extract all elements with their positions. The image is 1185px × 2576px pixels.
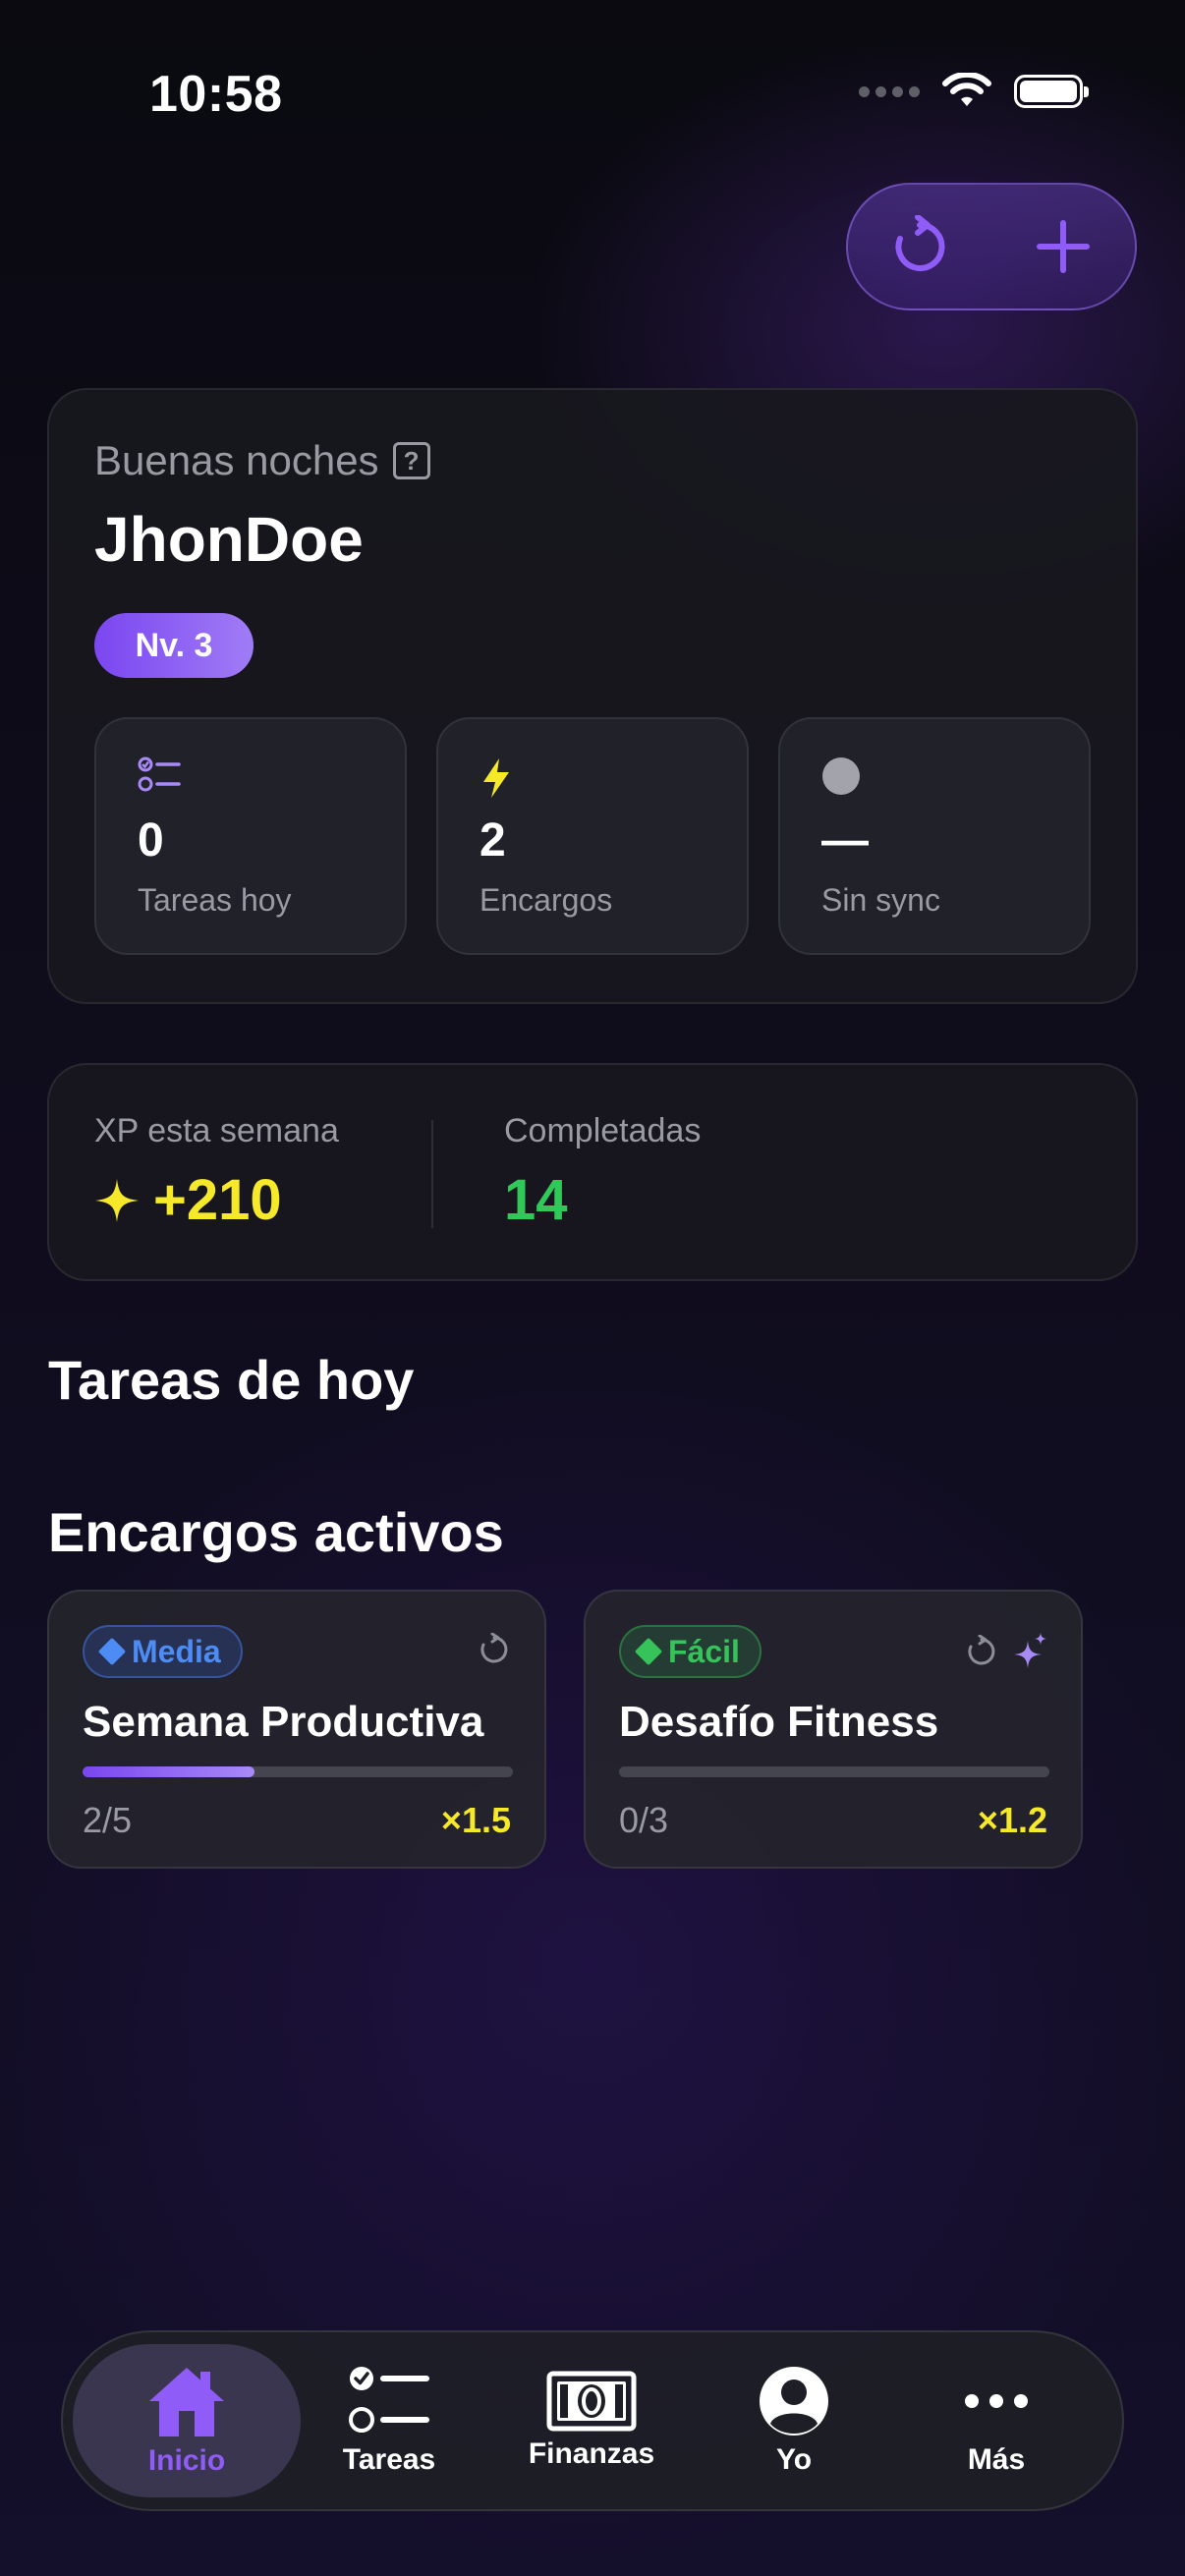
difficulty-badge: Media (83, 1625, 243, 1678)
nav-item-mas[interactable]: Más (898, 2344, 1095, 2497)
order-progress-text: 0/3 (619, 1800, 669, 1840)
checklist-icon (138, 756, 181, 792)
nav-item-finanzas[interactable]: Finanzas (493, 2344, 690, 2497)
xp-label: XP esta semana (94, 1112, 339, 1149)
progress-bar (619, 1766, 1049, 1777)
plus-icon (1037, 220, 1090, 273)
order-card[interactable]: Media Semana Productiva 2/5 ×1.5 (47, 1590, 546, 1869)
more-icon (965, 2394, 1028, 2408)
diamond-icon (97, 1637, 127, 1666)
difficulty-badge: Fácil (619, 1625, 762, 1678)
order-progress-text: 2/5 (83, 1800, 133, 1840)
refresh-button[interactable] (871, 197, 969, 296)
wifi-icon (942, 73, 991, 106)
status-icons (859, 73, 1089, 110)
refresh-icon (895, 215, 945, 271)
completed-value: 14 (504, 1168, 568, 1232)
order-title: Semana Productiva (83, 1698, 484, 1746)
status-time: 10:58 (149, 66, 283, 123)
order-multiplier: ×1.2 (977, 1800, 1047, 1840)
profile-icon (760, 2367, 828, 2436)
stat-orders[interactable]: 2 Encargos (436, 717, 749, 955)
completed-label: Completadas (504, 1112, 702, 1149)
stat-label: Tareas hoy (138, 882, 292, 918)
level-badge: Nv. 3 (94, 613, 254, 678)
stat-sync[interactable]: — Sin sync (778, 717, 1091, 955)
stat-value: 2 (480, 814, 506, 867)
stat-tasks-today[interactable]: 0 Tareas hoy (94, 717, 407, 955)
repeat-icon (968, 1635, 995, 1665)
nav-label: Tareas (342, 2443, 436, 2476)
top-actions (846, 183, 1137, 310)
stat-value: — (821, 814, 869, 867)
nav-label: Más (967, 2443, 1026, 2476)
help-icon[interactable]: ? (392, 442, 430, 479)
section-title-active-orders: Encargos activos (48, 1501, 504, 1563)
user-name: JhonDoe (94, 504, 364, 575)
greeting-text: Buenas noches (94, 437, 379, 483)
xp-amount: +210 (153, 1168, 282, 1232)
section-title-today: Tareas de hoy (48, 1349, 415, 1411)
nav-item-inicio[interactable]: Inicio (73, 2344, 301, 2497)
card-icons (965, 1633, 1047, 1670)
card-icons (478, 1633, 511, 1666)
stat-value: 0 (138, 814, 164, 867)
lightning-icon (483, 758, 509, 798)
nav-label: Yo (775, 2443, 813, 2476)
battery-icon (1014, 75, 1089, 108)
nav-label: Finanzas (528, 2437, 655, 2470)
nav-item-yo[interactable]: Yo (696, 2344, 892, 2497)
home-icon (149, 2368, 224, 2436)
difficulty-label: Fácil (668, 1633, 740, 1669)
order-multiplier: ×1.5 (440, 1800, 511, 1840)
order-card[interactable]: Fácil Desafío Fitness 0/3 ×1.2 (584, 1590, 1083, 1869)
banknote-icon (546, 2371, 637, 2432)
difficulty-label: Media (132, 1633, 221, 1669)
stat-label: Encargos (480, 882, 613, 918)
progress-bar (83, 1766, 513, 1777)
checklist-icon (349, 2367, 429, 2433)
nav-item-tareas[interactable]: Tareas (291, 2344, 487, 2497)
divider (431, 1120, 433, 1228)
xp-value: +210 (94, 1167, 282, 1233)
nav-label: Inicio (147, 2444, 226, 2477)
order-title: Desafío Fitness (619, 1698, 939, 1746)
progress-fill (83, 1766, 255, 1777)
sparkle-icon (95, 1178, 139, 1222)
add-button[interactable] (1014, 197, 1112, 296)
diamond-icon (634, 1637, 663, 1666)
sparkles-icon (1014, 1633, 1046, 1668)
repeat-icon (480, 1633, 508, 1663)
sync-status-dot-icon (822, 757, 860, 795)
cellular-signal-icon (859, 85, 920, 97)
greeting: Buenas noches ? (94, 437, 430, 484)
stat-label: Sin sync (821, 882, 940, 918)
